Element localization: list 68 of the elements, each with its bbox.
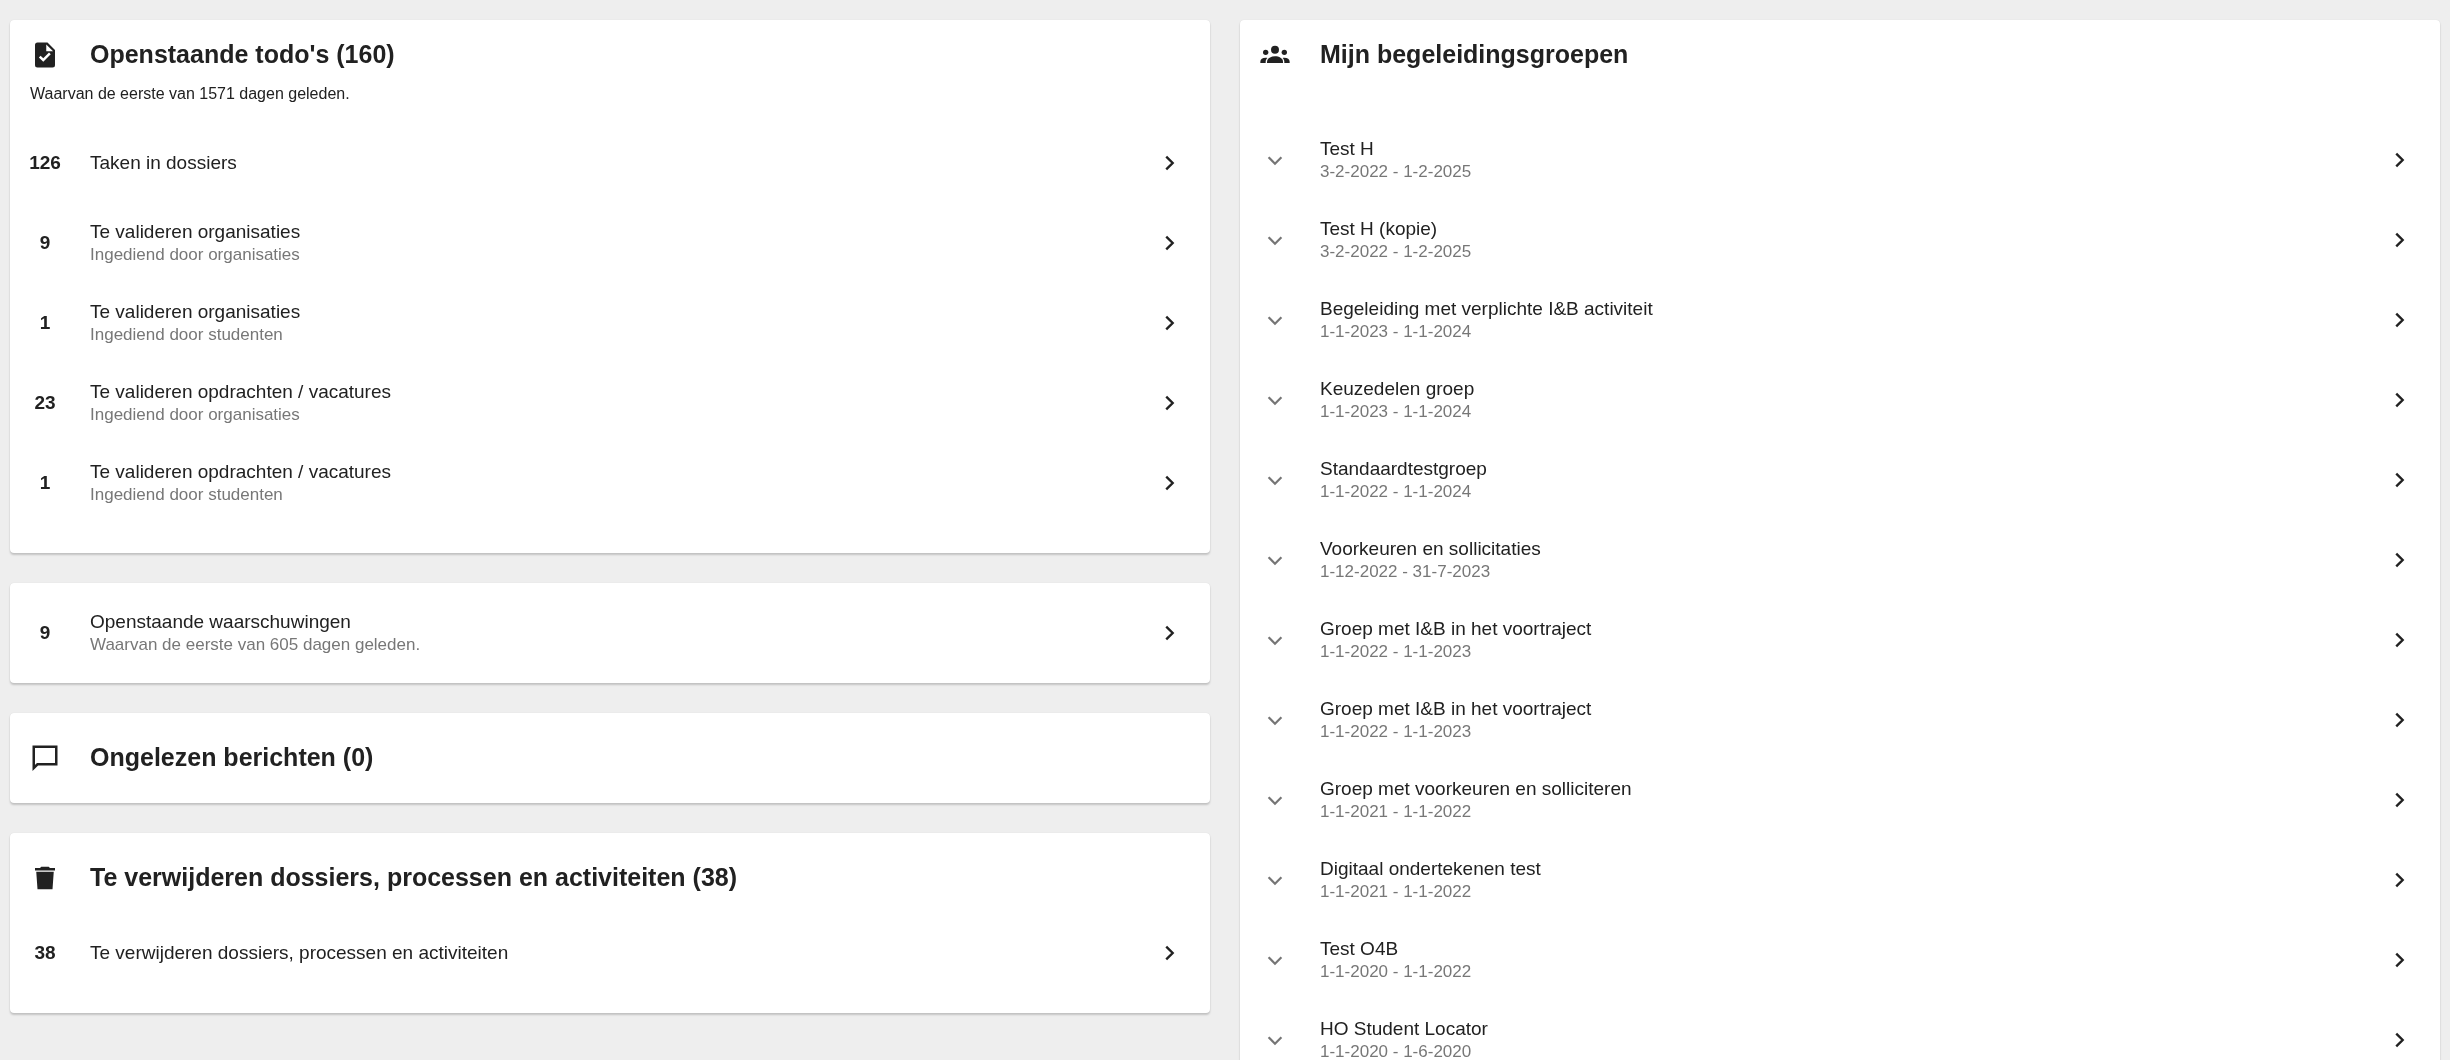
group-name: Test O4B — [1320, 936, 1400, 961]
item-subtitle: Ingediend door studenten — [90, 324, 284, 347]
group-name: Digitaal ondertekenen test — [1320, 856, 1542, 881]
group-name: Groep met voorkeuren en solliciteren — [1320, 776, 1633, 801]
list-item[interactable]: 9 Te valideren organisaties Ingediend door organisaties — [10, 203, 1210, 283]
group-period: 1-12-2022 - 31-7-2023 — [1320, 561, 1492, 584]
group-period: 1-1-2020 - 1-6-2020 — [1320, 1041, 1473, 1060]
group-item[interactable]: Test H 3-2-2022 - 1-2-2025 — [1240, 120, 2440, 200]
chat-bubble-icon — [30, 743, 60, 773]
group-item[interactable]: Groep met I&B in het voortraject 1-1-2022 - 1-1-2023 — [1240, 680, 2440, 760]
item-title: Te verwijderen dossiers, processen en activiteiten — [90, 940, 510, 965]
group-period: 1-1-2022 - 1-1-2024 — [1320, 481, 1473, 504]
card-title: Ongelezen berichten (0) — [90, 742, 374, 774]
group-item[interactable]: Test O4B 1-1-2020 - 1-1-2022 — [1240, 920, 2440, 1000]
group-name: Voorkeuren en sollicitaties — [1320, 536, 1542, 561]
group-item[interactable]: Begeleiding met verplichte I&B activiteit 1-1-2023 - 1-1-2024 — [1240, 280, 2440, 360]
item-subtitle: Ingediend door studenten — [90, 484, 284, 507]
group-name: HO Student Locator — [1320, 1016, 1489, 1041]
group-name: Test H — [1320, 136, 1375, 161]
item-title: Te valideren opdrachten / vacatures — [90, 459, 392, 484]
count: 23 — [33, 390, 57, 415]
group-item[interactable]: Digitaal ondertekenen test 1-1-2021 - 1-1-2022 — [1240, 840, 2440, 920]
card-title: Te verwijderen dossiers, processen en activiteiten (38) — [90, 862, 738, 894]
count: 9 — [38, 620, 52, 645]
count: 1 — [38, 470, 52, 495]
group-item[interactable]: Keuzedelen groep 1-1-2023 - 1-1-2024 — [1240, 360, 2440, 440]
group-name: Test H (kopie) — [1320, 216, 1439, 241]
group-period: 1-1-2022 - 1-1-2023 — [1320, 721, 1473, 744]
group-name: Groep met I&B in het voortraject — [1320, 616, 1593, 641]
group-item[interactable]: Test H (kopie) 3-2-2022 - 1-2-2025 — [1240, 200, 2440, 280]
item-title: Taken in dossiers — [90, 150, 238, 175]
count: 126 — [28, 150, 62, 175]
card-title: Openstaande todo's (160) — [90, 39, 395, 71]
group-period: 3-2-2022 - 1-2-2025 — [1320, 161, 1473, 184]
group-period: 1-1-2020 - 1-1-2022 — [1320, 961, 1473, 984]
list-item[interactable]: 9 Openstaande waarschuwingen Waarvan de eerste van 605 dagen geleden. — [10, 593, 1210, 673]
group-item[interactable]: Groep met voorkeuren en solliciteren 1-1-2021 - 1-1-2022 — [1240, 760, 2440, 840]
card-subtitle: Waarvan de eerste van 1571 dagen geleden. — [29, 84, 351, 104]
list-item[interactable]: 1 Te valideren opdrachten / vacatures Ingediend door studenten — [10, 443, 1210, 523]
group-period: 1-1-2023 - 1-1-2024 — [1320, 401, 1473, 424]
list-item[interactable]: 23 Te valideren opdrachten / vacatures Ingediend door organisaties — [10, 363, 1210, 443]
group-name: Standaardtestgroep — [1320, 456, 1488, 481]
item-subtitle: Ingediend door organisaties — [90, 244, 301, 267]
item-title: Te valideren opdrachten / vacatures — [90, 379, 392, 404]
list-item[interactable]: 1 Te valideren organisaties Ingediend door studenten — [10, 283, 1210, 363]
group-item[interactable]: Groep met I&B in het voortraject 1-1-2022 - 1-1-2023 — [1240, 600, 2440, 680]
group-name: Groep met I&B in het voortraject — [1320, 696, 1593, 721]
group-period: 3-2-2022 - 1-2-2025 — [1320, 241, 1473, 264]
group-item[interactable]: Voorkeuren en sollicitaties 1-12-2022 - 31-7-2023 — [1240, 520, 2440, 600]
list-item[interactable]: 38 Te verwijderen dossiers, processen en activiteiten — [10, 913, 1210, 993]
card-title: Mijn begeleidingsgroepen — [1320, 39, 1629, 71]
item-subtitle: Ingediend door organisaties — [90, 404, 301, 427]
group-period: 1-1-2021 - 1-1-2022 — [1320, 881, 1473, 904]
item-title: Te valideren organisaties — [90, 219, 302, 244]
item-title: Openstaande waarschuwingen — [90, 609, 352, 634]
group-name: Begeleiding met verplichte I&B activiteit — [1320, 296, 1654, 321]
item-title: Te valideren organisaties — [90, 299, 302, 324]
count: 1 — [38, 310, 52, 335]
group-name: Keuzedelen groep — [1320, 376, 1476, 401]
group-item[interactable]: HO Student Locator 1-1-2020 - 1-6-2020 — [1240, 1000, 2440, 1060]
group-period: 1-1-2022 - 1-1-2023 — [1320, 641, 1473, 664]
count: 9 — [38, 230, 52, 255]
group-period: 1-1-2023 - 1-1-2024 — [1320, 321, 1473, 344]
group-period: 1-1-2021 - 1-1-2022 — [1320, 801, 1473, 824]
group-item[interactable]: Standaardtestgroep 1-1-2022 - 1-1-2024 — [1240, 440, 2440, 520]
item-subtitle: Waarvan de eerste van 605 dagen geleden. — [90, 634, 422, 657]
count: 38 — [33, 940, 57, 965]
list-item[interactable]: 126 Taken in dossiers — [10, 123, 1210, 203]
